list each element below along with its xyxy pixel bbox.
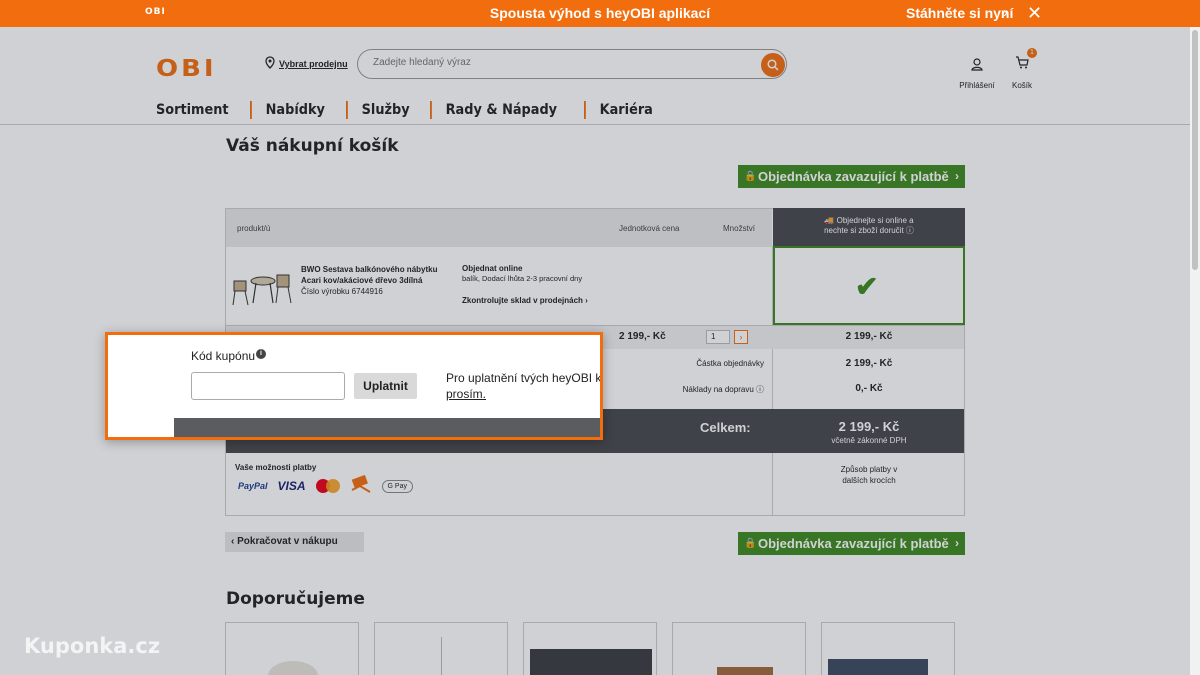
coupon-note: Pro uplatnění tvých heyOBI ku prosím. <box>446 370 600 402</box>
close-icon[interactable]: ✕ <box>1027 3 1042 24</box>
coupon-note-text: Pro uplatnění tvých heyOBI ku <box>446 371 600 385</box>
watermark: Kuponka.cz <box>24 634 161 658</box>
apply-coupon-button[interactable]: Uplatnit <box>354 373 417 399</box>
coupon-label: Kód kupónu <box>191 349 256 363</box>
chevron-right-icon: › <box>1003 4 1008 21</box>
scrollbar-thumb[interactable] <box>1192 30 1198 270</box>
info-icon[interactable]: i <box>256 349 266 359</box>
popup-bottom-strip <box>174 418 600 437</box>
popup-left-panel <box>108 335 174 437</box>
banner-title: Spousta výhod s heyOBI aplikací <box>489 5 711 21</box>
app-promo-banner: OBI Spousta výhod s heyOBI aplikací Stáh… <box>0 0 1200 27</box>
coupon-code-input[interactable] <box>191 372 345 400</box>
banner-download-link[interactable]: Stáhněte si nyní <box>906 5 1013 21</box>
coupon-note-link[interactable]: prosím. <box>446 387 486 401</box>
